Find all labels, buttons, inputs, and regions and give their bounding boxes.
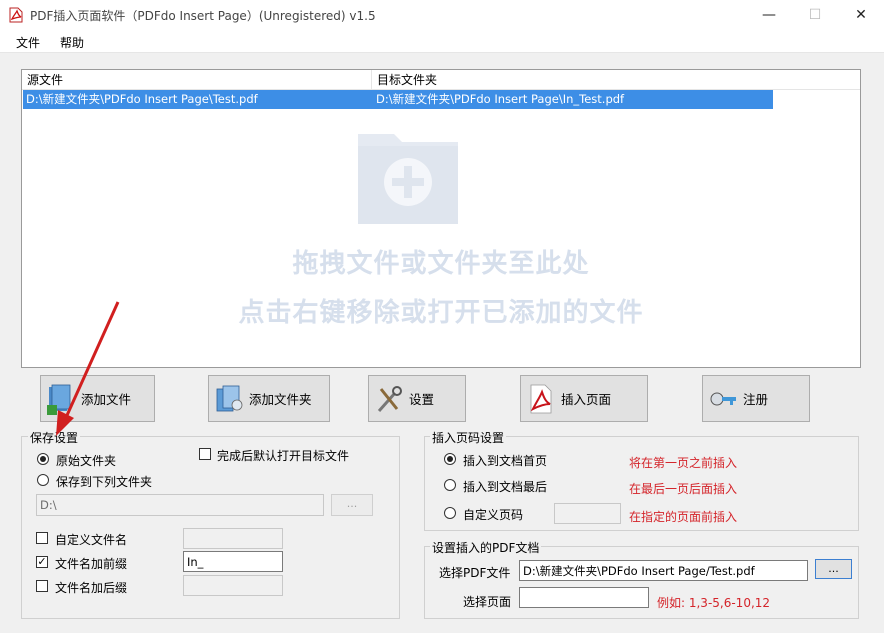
annotation-arrow-icon [56,301,120,436]
insert-file-browse-button[interactable]: ... [815,559,852,579]
add-prefix-checkbox[interactable]: ✓ [36,556,48,568]
insert-last-note: 在最后一页后面插入 [629,482,738,496]
tools-icon [377,385,402,412]
column-target[interactable]: 目标文件夹 [372,70,860,90]
cell-source: D:\新建文件夹\PDFdo Insert Page\Test.pdf [26,92,258,106]
open-after-label: 完成后默认打开目标文件 [217,449,350,463]
insert-page-button[interactable]: 插入页面 [520,375,648,422]
add-folder-label: 添加文件夹 [249,392,312,407]
custom-page-radio[interactable] [444,507,456,519]
output-folder-browse-button[interactable]: ... [331,494,373,516]
cell-target: D:\新建文件夹\PDFdo Insert Page\In_Test.pdf [376,92,625,106]
menu-bar: 文件 帮助 [0,30,884,53]
window-title: PDF插入页面软件（PDFdo Insert Page）(Unregistere… [30,9,376,23]
register-label: 注册 [743,392,769,407]
insert-last-radio[interactable] [444,479,456,491]
open-after-checkbox[interactable] [199,448,211,460]
insert-first-radio[interactable] [444,453,456,465]
close-button[interactable]: ✕ [838,0,884,30]
insert-first-note: 将在第一页之前插入 [629,456,738,470]
add-folder-watermark-icon [358,134,458,224]
insert-first-label: 插入到文档首页 [463,454,548,468]
add-folder-icon [216,385,243,411]
minimize-button[interactable]: — [746,0,792,30]
add-suffix-label: 文件名加后缀 [55,581,128,595]
suffix-input[interactable] [183,575,283,596]
pages-example: 例如: 1,3-5,6-10,12 [657,596,771,610]
menu-help[interactable]: 帮助 [60,32,84,53]
title-bar: PDF插入页面软件（PDFdo Insert Page）(Unregistere… [0,0,884,30]
custom-name-input[interactable] [183,528,283,549]
settings-button[interactable]: 设置 [368,375,466,422]
custom-name-checkbox[interactable] [36,532,48,544]
page-settings-title: 插入页码设置 [430,429,507,446]
original-folder-label: 原始文件夹 [56,454,117,468]
app-pdf-icon [9,7,23,23]
custom-page-input[interactable] [554,503,621,524]
key-icon [710,392,736,405]
drop-hint-line1: 拖拽文件或文件夹至此处 [292,249,590,279]
column-source[interactable]: 源文件 [22,70,372,90]
menu-file[interactable]: 文件 [16,32,40,53]
insert-file-input[interactable]: D:\新建文件夹\PDFdo Insert Page/Test.pdf [519,560,808,581]
select-pages-label: 选择页面 [463,595,512,609]
original-folder-radio[interactable] [37,453,49,465]
file-list[interactable]: 源文件 目标文件夹 D:\新建文件夹\PDFdo Insert Page\Tes… [21,69,861,368]
maximize-button[interactable]: ☐ [792,0,838,30]
pages-input[interactable] [519,587,649,608]
custom-page-note: 在指定的页面前插入 [629,510,738,524]
add-prefix-label: 文件名加前缀 [55,557,128,571]
settings-label: 设置 [409,392,435,407]
insert-page-label: 插入页面 [561,392,612,407]
prefix-input[interactable]: In_ [183,551,283,572]
register-button[interactable]: 注册 [702,375,810,422]
custom-name-label: 自定义文件名 [55,533,128,547]
insert-last-label: 插入到文档最后 [463,480,548,494]
add-folder-button[interactable]: 添加文件夹 [208,375,330,422]
pdf-icon [530,384,552,413]
custom-page-label: 自定义页码 [463,508,524,522]
save-to-folder-radio[interactable] [37,474,49,486]
add-suffix-checkbox[interactable] [36,580,48,592]
table-row[interactable]: D:\新建文件夹\PDFdo Insert Page\Test.pdf D:\新… [23,90,773,109]
output-folder-input[interactable]: D:\ [36,494,324,516]
select-file-label: 选择PDF文件 [439,566,511,580]
drop-hint-line2: 点击右键移除或打开已添加的文件 [238,298,644,328]
save-to-folder-label: 保存到下列文件夹 [56,475,153,489]
insert-pdf-title: 设置插入的PDF文档 [430,539,542,556]
